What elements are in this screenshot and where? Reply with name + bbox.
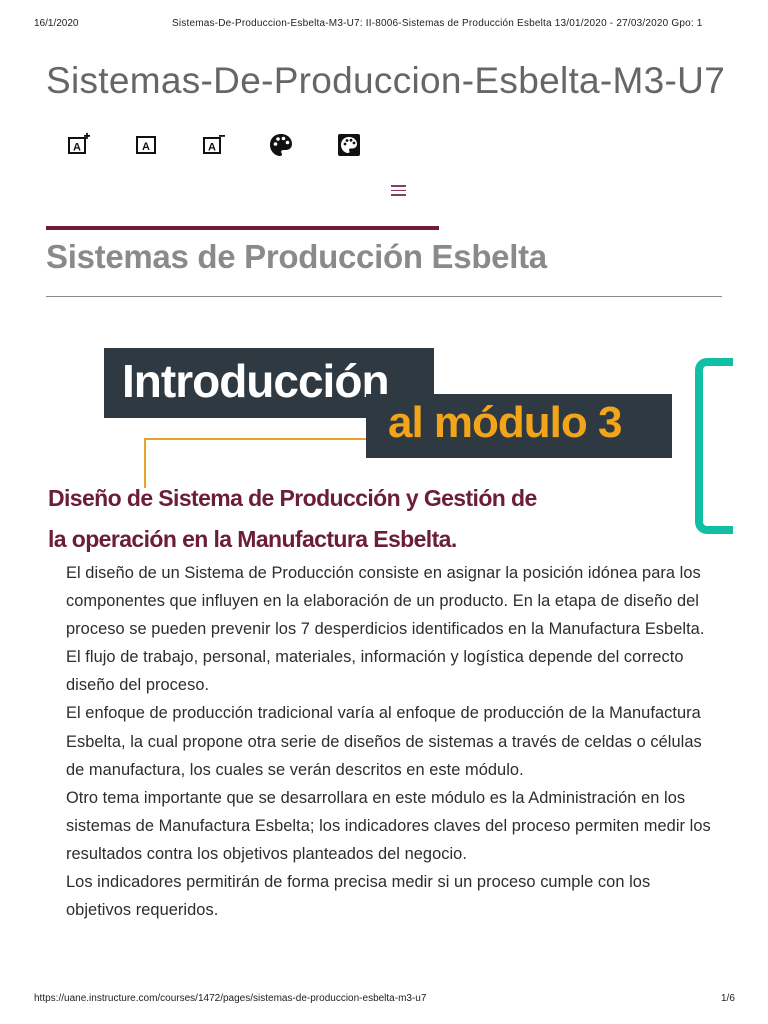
title-accent-bar: [46, 226, 439, 230]
paragraph: El flujo de trabajo, personal, materiale…: [66, 648, 684, 695]
print-page-title: Sistemas-De-Produccion-Esbelta-M3-U7: II…: [172, 18, 703, 29]
paragraph: Los indicadores permitirán de forma prec…: [66, 873, 651, 920]
banner-line2: al módulo 3: [388, 398, 622, 447]
print-footer: https://uane.instructure.com/courses/147…: [0, 993, 768, 1007]
svg-text:A: A: [73, 142, 81, 154]
svg-text:A: A: [142, 141, 150, 153]
banner-line1: Introducción: [122, 355, 390, 407]
reset-font-icon[interactable]: A: [134, 132, 160, 158]
title-divider: [46, 296, 722, 297]
decrease-font-icon[interactable]: A: [201, 132, 227, 158]
paragraph: El enfoque de producción tradicional var…: [66, 704, 702, 779]
page-number: 1/6: [721, 993, 735, 1004]
paragraph: Otro tema importante que se desarrollara…: [66, 788, 711, 863]
palette-icon[interactable]: [268, 132, 294, 158]
decorative-bracket: [695, 358, 733, 534]
print-date: 16/1/2020: [34, 18, 79, 29]
section-subheading: Diseño de Sistema de Producción y Gestió…: [48, 478, 648, 560]
course-title: Sistemas-De-Produccion-Esbelta-M3-U7: [46, 60, 726, 101]
print-header: 16/1/2020 Sistemas-De-Produccion-Esbelta…: [0, 18, 768, 32]
svg-text:A: A: [208, 142, 216, 154]
banner-connector-line: [144, 438, 366, 440]
module-intro-banner: Introducción al módulo 3: [104, 348, 674, 488]
palette-alt-icon[interactable]: [336, 132, 362, 158]
page-url: https://uane.instructure.com/courses/147…: [34, 993, 427, 1004]
page-title: Sistemas de Producción Esbelta: [46, 238, 547, 275]
banner-box-modulo: al módulo 3: [366, 394, 672, 458]
paragraph: El diseño de un Sistema de Producción co…: [66, 564, 705, 639]
body-text: El diseño de un Sistema de Producción co…: [66, 559, 716, 924]
subheading-line2: la operación en la Manufactura Esbelta.: [48, 526, 457, 552]
hamburger-menu-icon[interactable]: [391, 183, 409, 197]
increase-font-icon[interactable]: A: [66, 132, 92, 158]
subheading-line1: Diseño de Sistema de Producción y Gestió…: [48, 485, 537, 511]
